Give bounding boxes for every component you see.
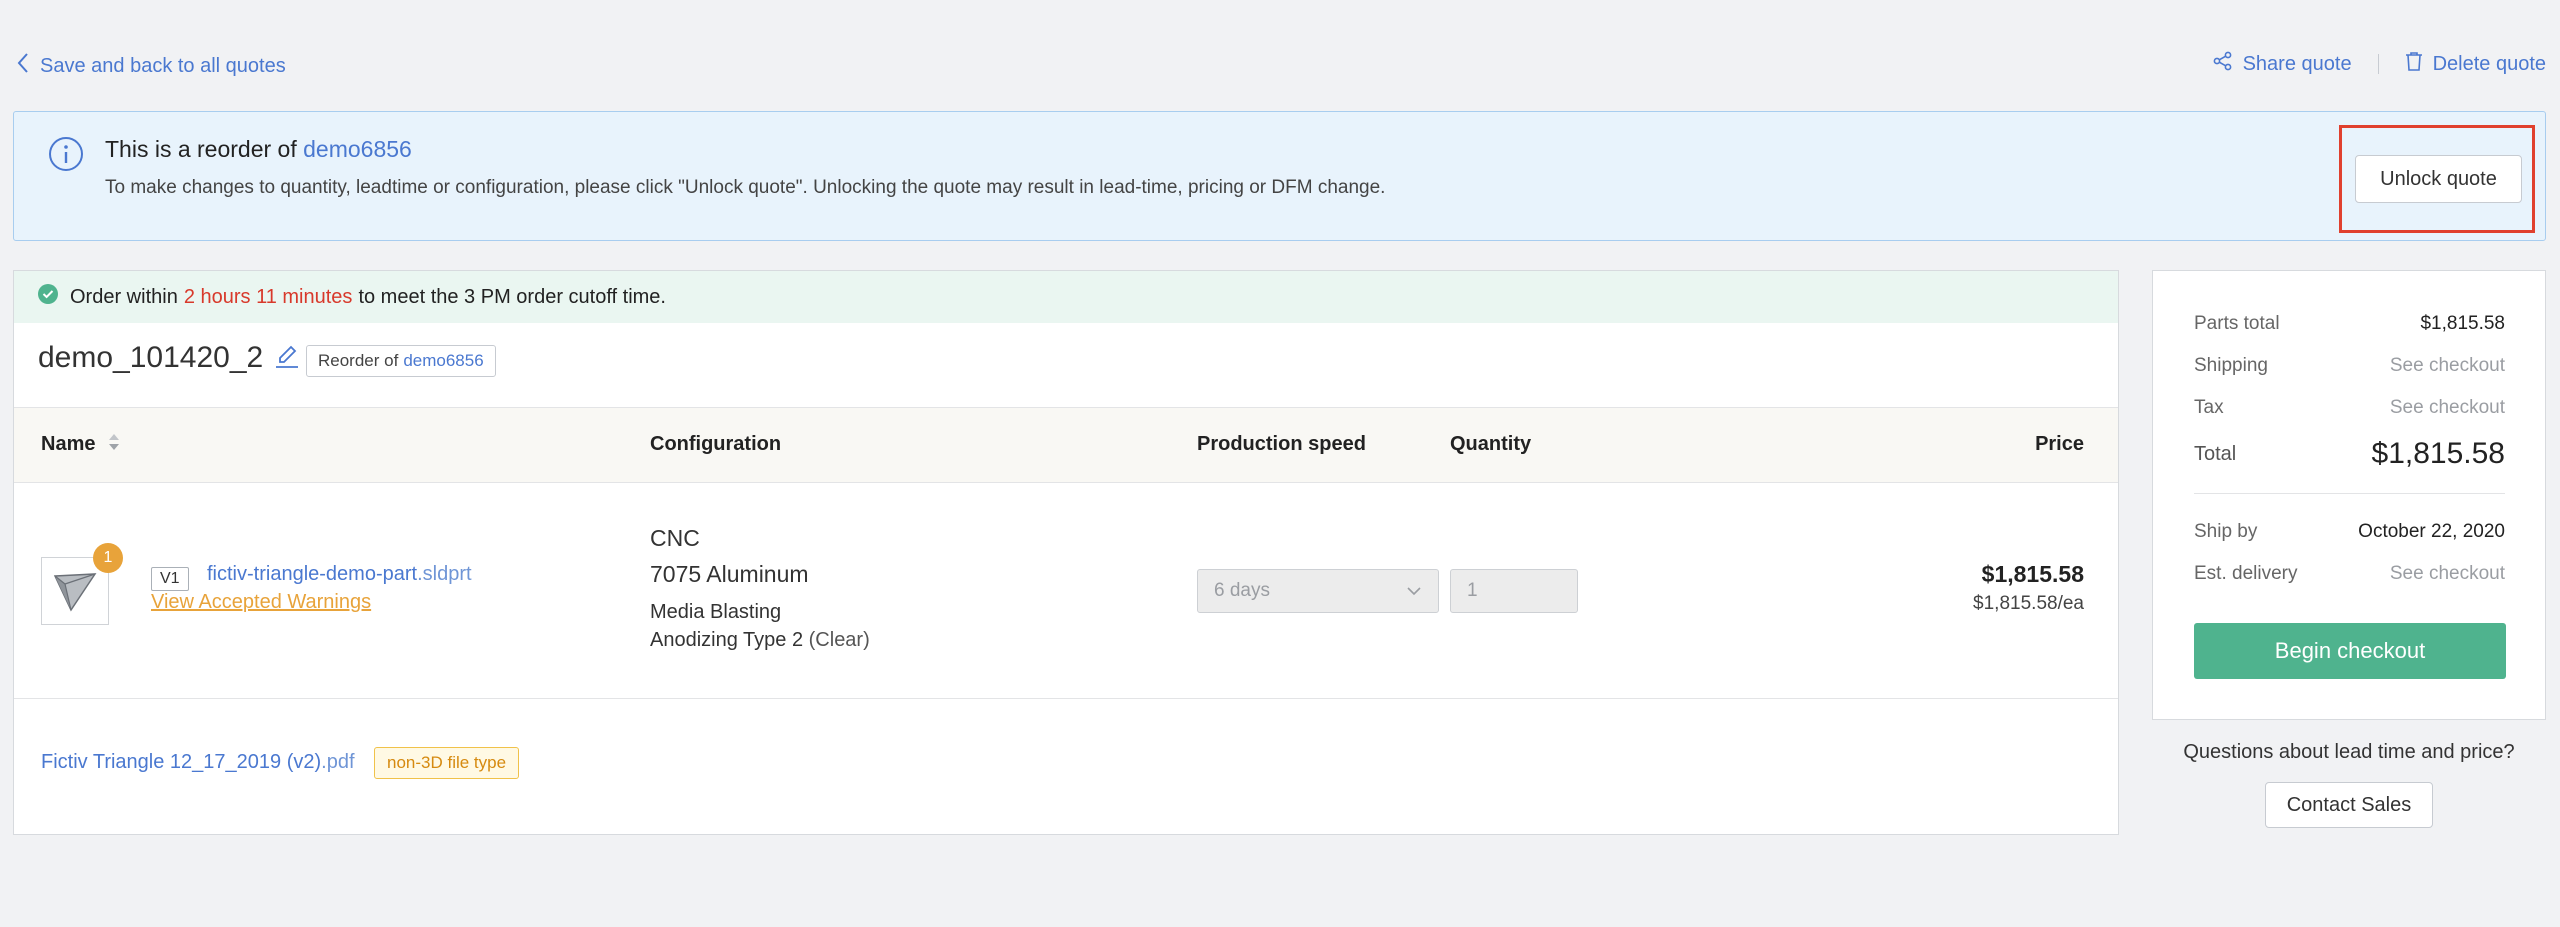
production-speed-value: 6 days <box>1214 580 1270 601</box>
top-bar: Save and back to all quotes Share quote … <box>0 44 2560 84</box>
config-finish-1: Media Blasting <box>650 601 782 623</box>
config-finish-2-name: Anodizing Type 2 <box>650 629 804 651</box>
sort-icon[interactable] <box>108 433 120 457</box>
part-file-base: fictiv-triangle-demo-part <box>207 563 418 585</box>
summary-shipping: Shipping See checkout <box>2194 355 2505 377</box>
share-quote-label: Share quote <box>2242 52 2352 75</box>
column-header-quantity: Quantity <box>1450 433 1532 455</box>
cutoff-time: 2 hours 11 minutes <box>183 285 353 308</box>
reorder-tag: Reorder of demo6856 <box>306 345 496 377</box>
quote-header: demo_101420_2 Reorder of demo6856 <box>14 323 2118 407</box>
quantity-input[interactable]: 1 <box>1450 569 1578 613</box>
banner-description: To make changes to quantity, leadtime or… <box>105 177 1386 198</box>
tax-value: See checkout <box>2389 397 2505 418</box>
warning-count-badge: 1 <box>93 543 123 573</box>
config-process: CNC <box>650 525 700 551</box>
file-type-tag: non-3D file type <box>374 747 520 779</box>
column-header-production-speed: Production speed <box>1197 433 1366 455</box>
config-finish-2: Anodizing Type 2 (Clear) <box>650 629 870 652</box>
banner-title: This is a reorder of demo6856 <box>105 136 412 163</box>
table-header: Name Configuration Production speed Quan… <box>14 407 2118 483</box>
total-label: Total <box>2194 442 2237 465</box>
part-file-link[interactable]: fictiv-triangle-demo-part.sldprt <box>207 563 472 586</box>
share-quote-button[interactable]: Share quote <box>2213 51 2352 77</box>
parts-total-value: $1,815.58 <box>2420 313 2505 334</box>
contact-sales-button[interactable]: Contact Sales <box>2265 782 2433 828</box>
ship-by-value: October 22, 2020 <box>2358 521 2505 542</box>
attachment-file-base: Fictiv Triangle 12_17_2019 (v2) <box>41 751 322 773</box>
summary-tax: Tax See checkout <box>2194 397 2505 419</box>
back-to-quotes-label: Save and back to all quotes <box>40 54 286 77</box>
check-circle-icon <box>38 284 58 310</box>
share-icon <box>2213 51 2243 77</box>
trash-icon <box>2405 51 2433 77</box>
est-delivery-value: See checkout <box>2389 563 2505 584</box>
config-finish-2-note: (Clear) <box>808 629 870 651</box>
attachment-row: Fictiv Triangle 12_17_2019 (v2).pdf non-… <box>14 699 2118 833</box>
delete-quote-button[interactable]: Delete quote <box>2405 51 2546 77</box>
production-speed-select[interactable]: 6 days <box>1197 569 1439 613</box>
reorder-banner: This is a reorder of demo6856 To make ch… <box>13 111 2546 241</box>
attachment-file-link[interactable]: Fictiv Triangle 12_17_2019 (v2).pdf <box>41 751 355 774</box>
tax-label: Tax <box>2194 397 2224 418</box>
reorder-tag-link[interactable]: demo6856 <box>403 351 483 371</box>
parts-total-label: Parts total <box>2194 313 2280 334</box>
banner-title-prefix: This is a reorder of <box>105 136 297 162</box>
table-row: 1 V1 fictiv-triangle-demo-part.sldprt Vi… <box>14 483 2118 699</box>
summary-ship-by: Ship by October 22, 2020 <box>2194 521 2505 543</box>
ship-by-label: Ship by <box>2194 521 2258 542</box>
original-order-link[interactable]: demo6856 <box>303 136 412 162</box>
info-icon <box>48 136 84 177</box>
column-header-name[interactable]: Name <box>41 433 95 456</box>
order-cutoff-notice: Order within 2 hours 11 minutes to meet … <box>14 271 2118 323</box>
quote-card: Order within 2 hours 11 minutes to meet … <box>13 270 2119 835</box>
summary-total: Total $1,815.58 <box>2194 437 2505 471</box>
back-to-quotes-link[interactable]: Save and back to all quotes <box>16 52 286 80</box>
unlock-quote-button[interactable]: Unlock quote <box>2355 155 2522 203</box>
reorder-tag-prefix: Reorder of <box>318 351 399 370</box>
part-file-ext: .sldprt <box>417 563 472 585</box>
divider <box>2377 54 2379 74</box>
shipping-label: Shipping <box>2194 355 2268 376</box>
shipping-value: See checkout <box>2389 355 2505 376</box>
view-accepted-warnings-link[interactable]: View Accepted Warnings <box>151 591 371 614</box>
quote-name: demo_101420_2 <box>38 341 264 374</box>
lead-time-question: Questions about lead time and price? <box>2183 741 2515 763</box>
version-tag[interactable]: V1 <box>151 567 189 591</box>
cutoff-prefix: Order within <box>70 285 178 308</box>
line-price-each: $1,815.58/ea <box>1973 593 2084 614</box>
delete-quote-label: Delete quote <box>2432 52 2546 75</box>
summary-parts-total: Parts total $1,815.58 <box>2194 313 2505 335</box>
column-header-price: Price <box>2035 433 2084 455</box>
cutoff-suffix: to meet the 3 PM order cutoff time. <box>358 285 666 308</box>
attachment-file-ext: .pdf <box>321 751 355 773</box>
summary-divider <box>2194 493 2505 494</box>
line-price-total: $1,815.58 <box>1981 561 2084 587</box>
order-summary: Parts total $1,815.58 Shipping See check… <box>2152 270 2546 720</box>
quote-actions: Share quote Delete quote <box>2213 51 2546 77</box>
chevron-left-icon <box>16 52 40 80</box>
config-material: 7075 Aluminum <box>650 561 809 587</box>
est-delivery-label: Est. delivery <box>2194 563 2298 584</box>
begin-checkout-button[interactable]: Begin checkout <box>2194 623 2506 679</box>
pencil-icon[interactable] <box>274 343 300 376</box>
summary-est-delivery: Est. delivery See checkout <box>2194 563 2505 585</box>
column-header-configuration: Configuration <box>650 433 782 455</box>
total-value: $1,815.58 <box>2371 437 2505 470</box>
